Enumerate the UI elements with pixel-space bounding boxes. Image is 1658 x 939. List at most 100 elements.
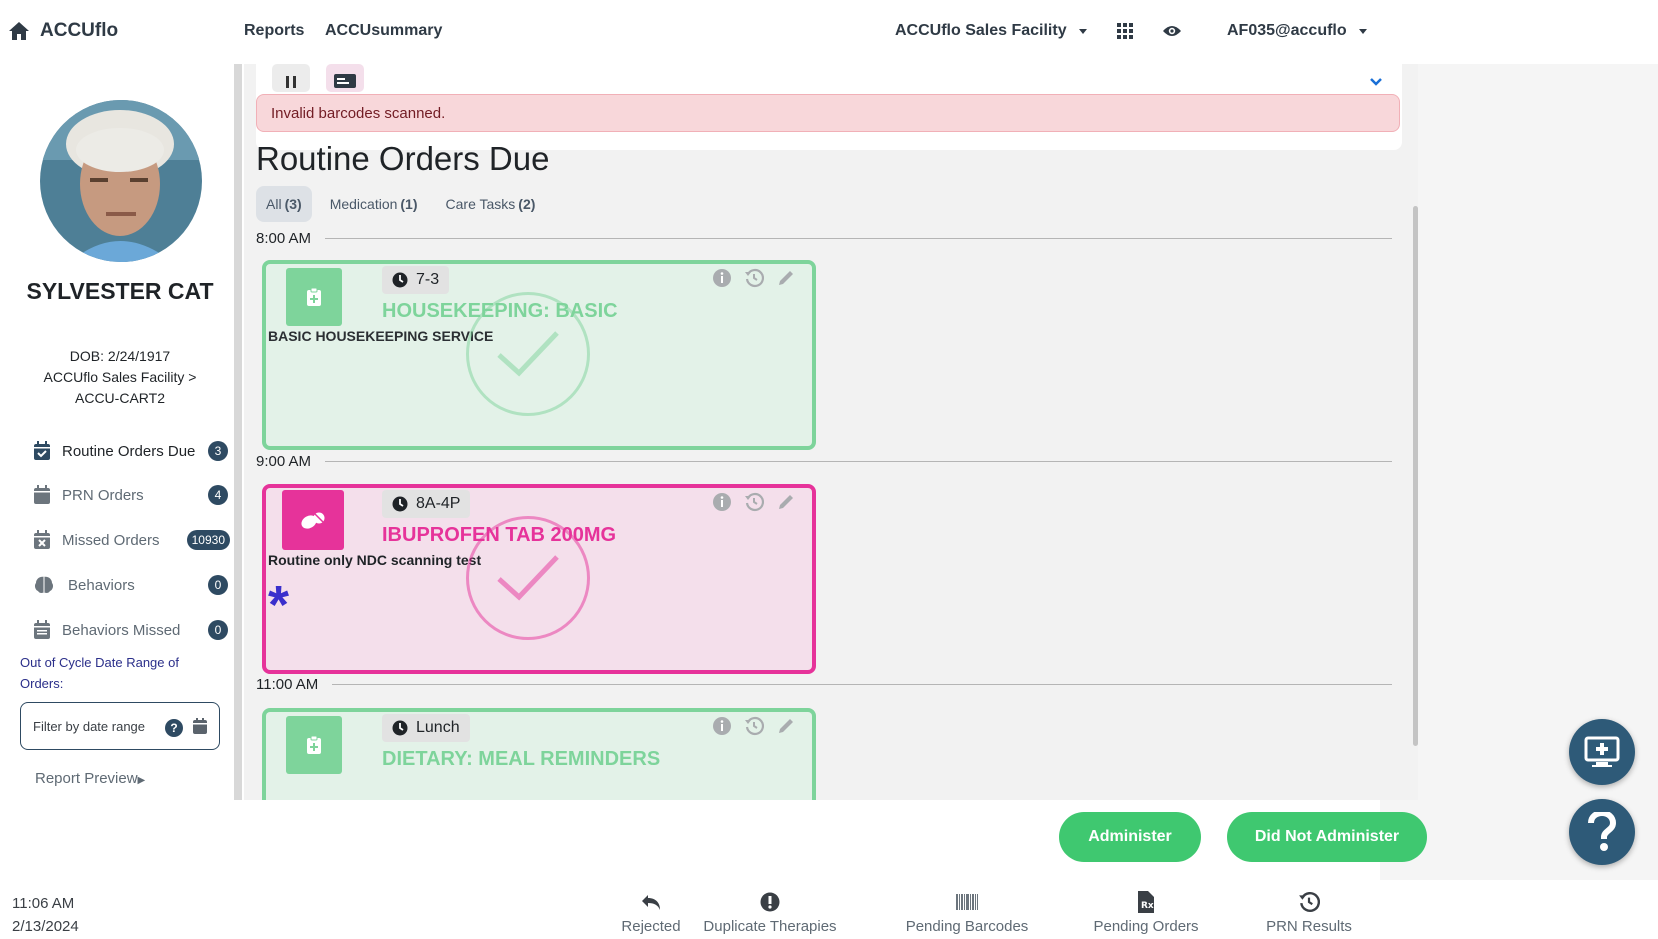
nav-reports[interactable]: Reports bbox=[244, 22, 304, 40]
barcode-icon bbox=[956, 890, 978, 914]
order-description: BASIC HOUSEKEEPING SERVICE bbox=[268, 328, 494, 344]
date-range-filter[interactable]: Filter by date range ? bbox=[20, 702, 220, 750]
calendar-icon bbox=[32, 620, 52, 640]
clock-icon bbox=[392, 272, 408, 288]
caret-down-icon bbox=[1078, 28, 1087, 34]
schedule-chip: Lunch bbox=[382, 714, 470, 742]
main-scroll-thumb[interactable] bbox=[1413, 206, 1418, 746]
brain-icon bbox=[34, 575, 54, 595]
did-not-administer-button[interactable]: Did Not Administer bbox=[1227, 812, 1427, 862]
schedule-label: Lunch bbox=[416, 719, 460, 736]
history-icon[interactable] bbox=[744, 492, 764, 512]
eye-icon[interactable] bbox=[1162, 24, 1182, 38]
rx-file-icon: Rx bbox=[1138, 890, 1154, 914]
remote-session-button[interactable] bbox=[1569, 719, 1635, 785]
clock-display: 11:06 AM 2/13/2024 bbox=[12, 892, 79, 938]
footer-prn-results[interactable]: PRN Results bbox=[1266, 890, 1352, 935]
date-range-placeholder: Filter by date range bbox=[33, 718, 146, 734]
current-time: 11:06 AM bbox=[12, 895, 75, 912]
pause-button[interactable] bbox=[272, 64, 310, 92]
calendar-icon[interactable] bbox=[193, 718, 207, 734]
clipboard-plus-icon bbox=[307, 736, 321, 754]
info-icon[interactable] bbox=[712, 492, 732, 512]
order-card-ibuprofen[interactable]: 8A-4P IBUPROFEN TAB 200MG Routine only N… bbox=[262, 484, 816, 674]
help-icon[interactable]: ? bbox=[165, 719, 183, 737]
pencil-icon[interactable] bbox=[776, 492, 796, 512]
history-icon[interactable] bbox=[744, 716, 764, 736]
page-title: Routine Orders Due bbox=[256, 140, 550, 177]
info-icon[interactable] bbox=[712, 716, 732, 736]
sidebar-item-routine-orders[interactable]: Routine Orders Due 3 bbox=[32, 436, 232, 466]
count-badge: 10930 bbox=[186, 530, 230, 550]
order-card-housekeeping[interactable]: 7-3 HOUSEKEEPING: BASIC BASIC HOUSEKEEPI… bbox=[262, 260, 816, 450]
footer-rejected[interactable]: Rejected bbox=[621, 890, 681, 935]
nav-accusummary[interactable]: ACCUsummary bbox=[325, 22, 442, 40]
tab-label: Care Tasks bbox=[445, 196, 516, 212]
sidebar-item-prn-orders[interactable]: PRN Orders 4 bbox=[32, 480, 232, 510]
time-group-header: 11:00 AM bbox=[256, 676, 1392, 693]
user-dropdown[interactable]: AF035@accuflo bbox=[1227, 22, 1367, 40]
tab-medication[interactable]: Medication (1) bbox=[320, 186, 428, 222]
footer-pending-barcodes[interactable]: Pending Barcodes bbox=[905, 890, 1029, 935]
tab-count: (3) bbox=[284, 196, 302, 212]
footer-duplicate-therapies[interactable]: Duplicate Therapies bbox=[703, 890, 837, 935]
clock-icon bbox=[392, 720, 408, 736]
facility-dropdown[interactable]: ACCUflo Sales Facility bbox=[895, 22, 1087, 40]
sidebar-item-missed-orders[interactable]: Missed Orders 10930 bbox=[32, 525, 232, 555]
check-icon bbox=[466, 516, 590, 640]
sidebar-scrollbar[interactable] bbox=[234, 64, 242, 800]
sidebar-item-label: PRN Orders bbox=[62, 486, 144, 504]
monitor-plus-icon bbox=[1584, 736, 1620, 767]
caret-right-icon: ▶ bbox=[137, 775, 146, 786]
pencil-icon[interactable] bbox=[776, 268, 796, 288]
footer-label: Rejected bbox=[621, 918, 681, 935]
administer-button[interactable]: Administer bbox=[1059, 812, 1201, 862]
id-card-button[interactable] bbox=[326, 64, 364, 92]
caret-down-icon bbox=[1358, 28, 1367, 34]
history-icon[interactable] bbox=[744, 268, 764, 288]
medication-type bbox=[282, 490, 344, 550]
footer-label: Pending Orders bbox=[1093, 918, 1199, 935]
order-card-dietary[interactable]: Lunch DIETARY: MEAL REMINDERS bbox=[262, 708, 816, 800]
svg-text:Rx: Rx bbox=[1141, 901, 1154, 911]
patient-location: ACCUflo Sales Facility > ACCU-CART2 bbox=[43, 369, 197, 406]
report-preview-label: Report Preview bbox=[35, 770, 138, 787]
sidebar-item-behaviors-missed[interactable]: Behaviors Missed 0 bbox=[32, 615, 232, 645]
patient-dob: DOB: 2/24/1917 bbox=[69, 348, 171, 364]
order-name: DIETARY: MEAL REMINDERS bbox=[382, 748, 661, 770]
divider bbox=[332, 684, 1392, 685]
tab-count: (2) bbox=[518, 196, 536, 212]
footer-label: Duplicate Therapies bbox=[703, 918, 837, 935]
sidebar-item-label: Behaviors Missed bbox=[62, 621, 181, 639]
count-badge: 3 bbox=[208, 441, 228, 461]
chevron-down-icon[interactable] bbox=[1370, 78, 1382, 86]
undo-icon bbox=[640, 890, 662, 914]
time-group-header: 8:00 AM bbox=[256, 230, 1392, 247]
card-actions bbox=[712, 268, 796, 288]
exclamation-icon bbox=[760, 890, 780, 914]
patient-avatar bbox=[40, 100, 202, 262]
card-actions bbox=[712, 492, 796, 512]
schedule-chip: 7-3 bbox=[382, 266, 450, 294]
footer-pending-orders[interactable]: Rx Pending Orders bbox=[1093, 890, 1199, 935]
brand-label: ACCUflo bbox=[40, 20, 119, 41]
user-label: AF035@accuflo bbox=[1227, 22, 1347, 39]
grid-icon[interactable] bbox=[1117, 23, 1133, 39]
footer-label: Pending Barcodes bbox=[905, 918, 1029, 935]
asterisk-icon: * bbox=[268, 575, 290, 635]
tab-all[interactable]: All (3) bbox=[256, 186, 312, 222]
tab-care-tasks[interactable]: Care Tasks (2) bbox=[436, 186, 546, 222]
cycle-date-label: Out of Cycle Date Range of Orders: bbox=[20, 655, 179, 691]
help-button[interactable] bbox=[1569, 799, 1635, 865]
info-icon[interactable] bbox=[712, 268, 732, 288]
pencil-icon[interactable] bbox=[776, 716, 796, 736]
count-badge: 0 bbox=[208, 620, 228, 640]
report-preview-link[interactable]: Report Preview▶ bbox=[35, 770, 145, 787]
sidebar-item-behaviors[interactable]: Behaviors 0 bbox=[32, 570, 232, 600]
schedule-chip: 8A-4P bbox=[382, 490, 471, 518]
id-card-icon bbox=[334, 74, 356, 88]
calendar-x-icon bbox=[32, 530, 52, 550]
calendar-icon bbox=[32, 485, 52, 505]
time-group-header: 9:00 AM bbox=[256, 453, 1392, 470]
brand-link[interactable]: ACCUflo bbox=[8, 20, 118, 42]
